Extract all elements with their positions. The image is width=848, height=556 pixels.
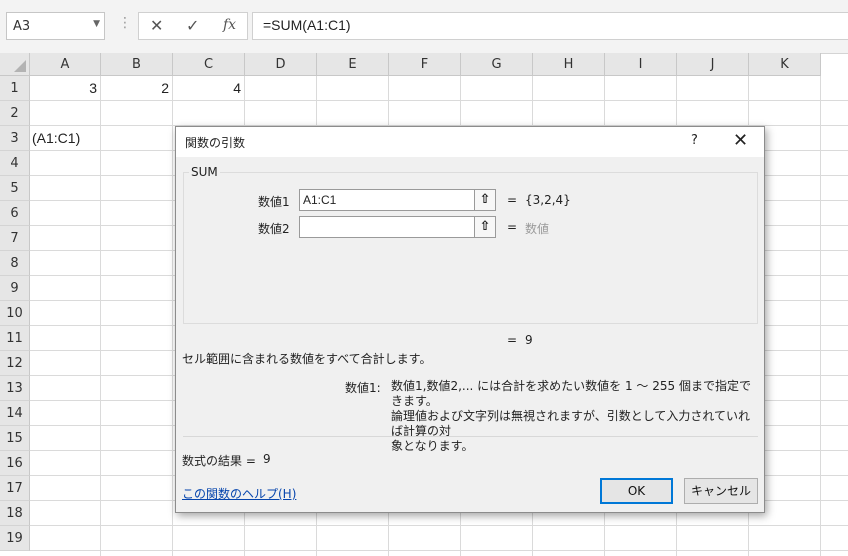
row-header-1[interactable]: 1 xyxy=(0,76,30,101)
column-header-c[interactable]: C xyxy=(173,53,245,76)
formula-buttons: ✕ ✓ fx xyxy=(138,12,248,40)
gridline xyxy=(172,76,173,556)
formula-bar: A3 ▼ ⋮ ✕ ✓ fx =SUM(A1:C1) xyxy=(0,0,848,54)
formula-text: =SUM(A1:C1) xyxy=(263,17,351,33)
select-all-corner[interactable] xyxy=(0,53,30,76)
insert-function-icon[interactable]: fx xyxy=(223,17,236,33)
function-description: セル範囲に含まれる数値をすべて合計します。 xyxy=(182,352,432,366)
collapse-dialog-icon[interactable]: ⇧ xyxy=(474,189,496,211)
row-header-18[interactable]: 18 xyxy=(0,501,30,526)
row-header-12[interactable]: 12 xyxy=(0,351,30,376)
row-header-3[interactable]: 3 xyxy=(0,126,30,151)
arg2-result: 数値 xyxy=(525,222,550,236)
formula-input[interactable]: =SUM(A1:C1) xyxy=(252,12,848,40)
arg2-label: 数値2 xyxy=(258,222,290,236)
function-arguments-dialog: 関数の引数 ? ✕ SUM 数値1 A1:C1 ⇧ = {3,2,4} 数値2 … xyxy=(175,126,765,513)
gridline xyxy=(820,76,821,556)
enter-icon[interactable]: ✓ xyxy=(186,16,199,35)
column-header-g[interactable]: G xyxy=(461,53,533,76)
cell-b1[interactable]: 2 xyxy=(101,76,169,101)
function-name-label: SUM xyxy=(189,165,220,179)
collapse-dialog-icon[interactable]: ⇧ xyxy=(474,216,496,238)
drag-handle-icon[interactable]: ⋮ xyxy=(118,15,132,31)
row-header-11[interactable]: 11 xyxy=(0,326,30,351)
dialog-titlebar[interactable]: 関数の引数 ? ✕ xyxy=(176,127,764,157)
dialog-title: 関数の引数 xyxy=(185,136,246,150)
name-box[interactable]: A3 ▼ xyxy=(6,12,105,40)
arg-description-label: 数値1: xyxy=(345,381,381,395)
ok-button[interactable]: OK xyxy=(600,478,673,504)
name-box-value: A3 xyxy=(13,19,31,34)
row-header-6[interactable]: 6 xyxy=(0,201,30,226)
close-icon[interactable]: ✕ xyxy=(733,130,748,151)
cancel-button[interactable]: キャンセル xyxy=(684,478,758,504)
row-header-13[interactable]: 13 xyxy=(0,376,30,401)
arg2-input[interactable] xyxy=(299,216,475,238)
arg-description-line: 数値1,数値2,... には合計を求めたい数値を 1 ～ 255 個まで指定でき… xyxy=(391,379,751,408)
column-header-d[interactable]: D xyxy=(245,53,317,76)
column-header-j[interactable]: J xyxy=(677,53,749,76)
gridline xyxy=(100,76,101,556)
cell-a1[interactable]: 3 xyxy=(30,76,97,101)
row-header-10[interactable]: 10 xyxy=(0,301,30,326)
column-header-k[interactable]: K xyxy=(749,53,821,76)
column-header-a[interactable]: A xyxy=(30,53,101,76)
arg2-equals: = xyxy=(507,220,518,234)
gridline xyxy=(30,550,848,551)
help-button[interactable]: ? xyxy=(691,133,698,148)
cell-a3[interactable]: (A1:C1) xyxy=(32,126,80,151)
row-header-19[interactable]: 19 xyxy=(0,526,30,551)
chevron-down-icon[interactable]: ▼ xyxy=(93,19,100,29)
row-header-16[interactable]: 16 xyxy=(0,451,30,476)
gridline xyxy=(30,525,848,526)
arg-description-line: 論理値および文字列は無視されますが、引数として入力されていれば計算の対 xyxy=(391,409,751,438)
column-header-f[interactable]: F xyxy=(389,53,461,76)
arg1-input[interactable]: A1:C1 xyxy=(299,189,475,211)
row-header-7[interactable]: 7 xyxy=(0,226,30,251)
arg-description: 数値1,数値2,... には合計を求めたい数値を 1 ～ 255 個まで指定でき… xyxy=(391,379,761,454)
divider xyxy=(183,436,758,437)
column-header-i[interactable]: I xyxy=(605,53,677,76)
row-header-17[interactable]: 17 xyxy=(0,476,30,501)
function-result-equals: = xyxy=(507,333,518,347)
function-result-value: 9 xyxy=(525,333,533,347)
row-header-5[interactable]: 5 xyxy=(0,176,30,201)
row-header-9[interactable]: 9 xyxy=(0,276,30,301)
row-header-8[interactable]: 8 xyxy=(0,251,30,276)
arg1-label: 数値1 xyxy=(258,195,290,209)
cell-c1[interactable]: 4 xyxy=(173,76,241,101)
row-header-15[interactable]: 15 xyxy=(0,426,30,451)
function-help-link[interactable]: この関数のヘルプ(H) xyxy=(182,485,296,502)
row-header-4[interactable]: 4 xyxy=(0,151,30,176)
arg1-equals: = xyxy=(507,193,518,207)
column-header-e[interactable]: E xyxy=(317,53,389,76)
row-header-14[interactable]: 14 xyxy=(0,401,30,426)
arg1-result: {3,2,4} xyxy=(525,193,571,207)
cancel-icon[interactable]: ✕ xyxy=(150,16,163,35)
column-header-b[interactable]: B xyxy=(101,53,173,76)
row-header-2[interactable]: 2 xyxy=(0,101,30,126)
formula-result-label: 数式の結果 = xyxy=(182,454,256,468)
formula-result-value: 9 xyxy=(263,452,271,466)
arg-description-line: 象となります。 xyxy=(391,439,474,453)
column-header-h[interactable]: H xyxy=(533,53,605,76)
